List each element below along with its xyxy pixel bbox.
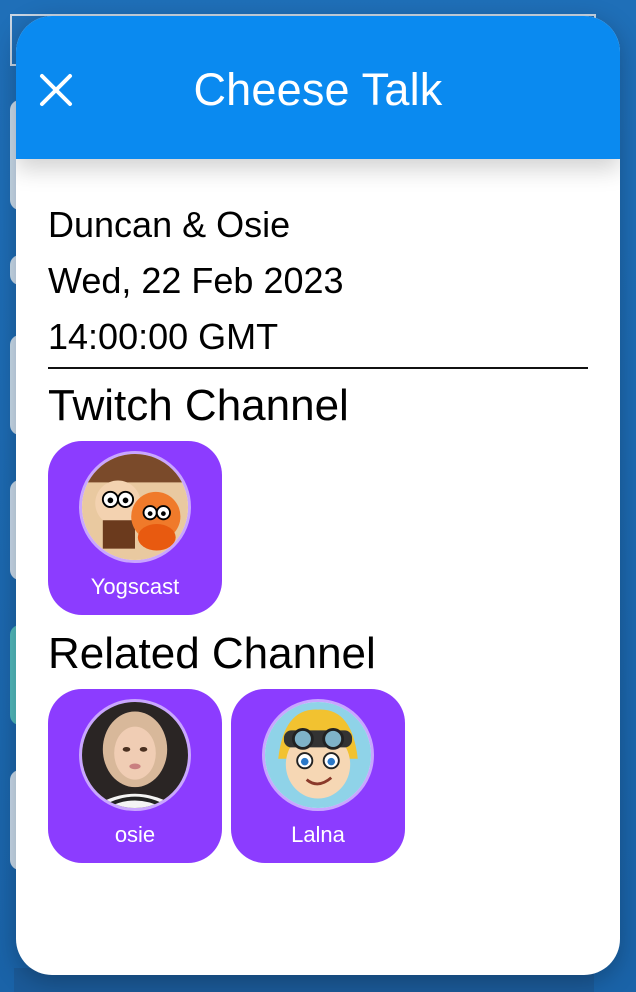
divider xyxy=(48,367,588,369)
channel-card-lalna[interactable]: Lalna xyxy=(231,689,405,863)
event-time: 14:00:00 GMT xyxy=(48,316,279,357)
event-date: Wed, 22 Feb 2023 xyxy=(48,260,344,301)
channel-card-yogscast[interactable]: Yogscast xyxy=(48,441,222,615)
modal-title: Cheese Talk xyxy=(193,63,443,115)
close-icon xyxy=(40,74,72,106)
channel-card-osie[interactable]: osie xyxy=(48,689,222,863)
yogscast-avatar xyxy=(79,451,191,563)
twitch-channel-heading: Twitch Channel xyxy=(48,381,349,430)
related-channel-heading: Related Channel xyxy=(48,629,376,678)
osie-avatar xyxy=(79,699,191,811)
lalna-avatar xyxy=(262,699,374,811)
modal-header: Cheese Talk xyxy=(16,16,620,159)
close-button[interactable] xyxy=(38,72,74,108)
event-hosts: Duncan & Osie xyxy=(48,204,291,245)
channel-name: Lalna xyxy=(291,822,345,847)
related-channel-list: osie Lalna xyxy=(48,689,588,863)
modal-content: Duncan & Osie Wed, 22 Feb 2023 14:00:00 … xyxy=(16,159,620,863)
channel-name: Yogscast xyxy=(90,574,180,599)
event-modal: Cheese Talk Duncan & Osie Wed, 22 Feb 20… xyxy=(16,16,620,975)
twitch-channel-list: Yogscast xyxy=(48,441,588,615)
channel-name: osie xyxy=(114,822,156,847)
